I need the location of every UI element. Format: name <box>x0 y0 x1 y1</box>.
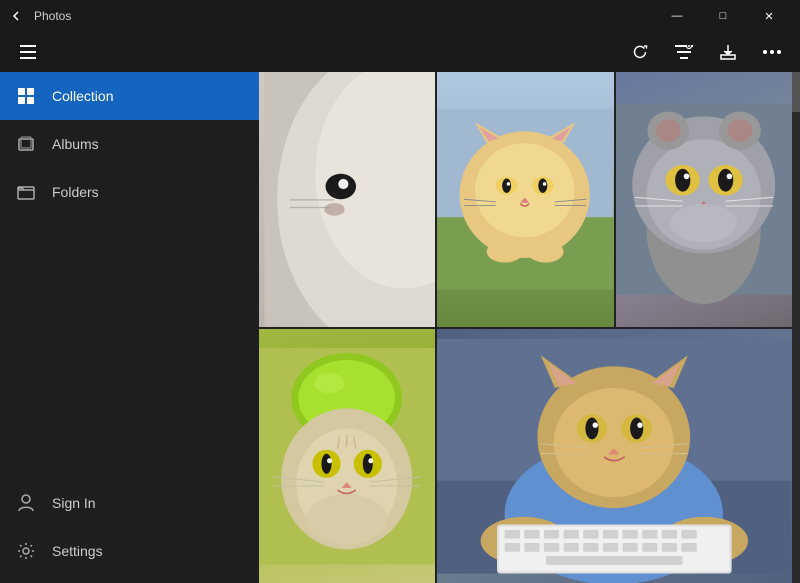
scrollbar[interactable] <box>792 72 800 583</box>
folders-label: Folders <box>52 184 99 200</box>
collection-label: Collection <box>52 88 113 104</box>
albums-label: Albums <box>52 136 99 152</box>
hamburger-button[interactable] <box>8 32 48 72</box>
title-bar: Photos — □ ✕ <box>0 0 800 32</box>
import-button[interactable] <box>708 32 748 72</box>
sidebar: Collection Albums Folders <box>0 32 259 583</box>
sidebar-item-albums[interactable]: Albums <box>0 120 259 168</box>
title-bar-left: Photos <box>8 8 71 24</box>
albums-icon <box>16 134 36 154</box>
photo-3[interactable] <box>616 72 792 327</box>
filter-button[interactable] <box>664 32 704 72</box>
app-title: Photos <box>34 9 71 23</box>
app-body: Collection Albums Folders <box>0 32 800 583</box>
photo-4[interactable] <box>259 329 435 583</box>
folders-icon <box>16 182 36 202</box>
back-icon[interactable] <box>8 8 24 24</box>
settings-label: Settings <box>52 543 103 559</box>
sidebar-bottom: Sign In Settings <box>0 479 259 583</box>
window-controls: — □ ✕ <box>654 0 792 32</box>
gear-icon <box>16 541 36 561</box>
sidebar-item-settings[interactable]: Settings <box>0 527 259 575</box>
sidebar-item-signin[interactable]: Sign In <box>0 479 259 527</box>
sidebar-item-collection[interactable]: Collection <box>0 72 259 120</box>
person-icon <box>16 493 36 513</box>
collection-icon <box>16 86 36 106</box>
sidebar-item-folders[interactable]: Folders <box>0 168 259 216</box>
scrollbar-thumb[interactable] <box>792 72 800 112</box>
photo-grid <box>259 72 800 583</box>
toolbar <box>0 32 800 72</box>
more-button[interactable] <box>752 32 792 72</box>
refresh-button[interactable] <box>620 32 660 72</box>
signin-label: Sign In <box>52 495 96 511</box>
maximize-button[interactable]: □ <box>700 0 746 32</box>
main-content <box>259 32 800 583</box>
close-button[interactable]: ✕ <box>746 0 792 32</box>
photo-5[interactable] <box>437 329 792 583</box>
minimize-button[interactable]: — <box>654 0 700 32</box>
photo-1[interactable] <box>259 72 435 327</box>
photo-2[interactable] <box>437 72 613 327</box>
